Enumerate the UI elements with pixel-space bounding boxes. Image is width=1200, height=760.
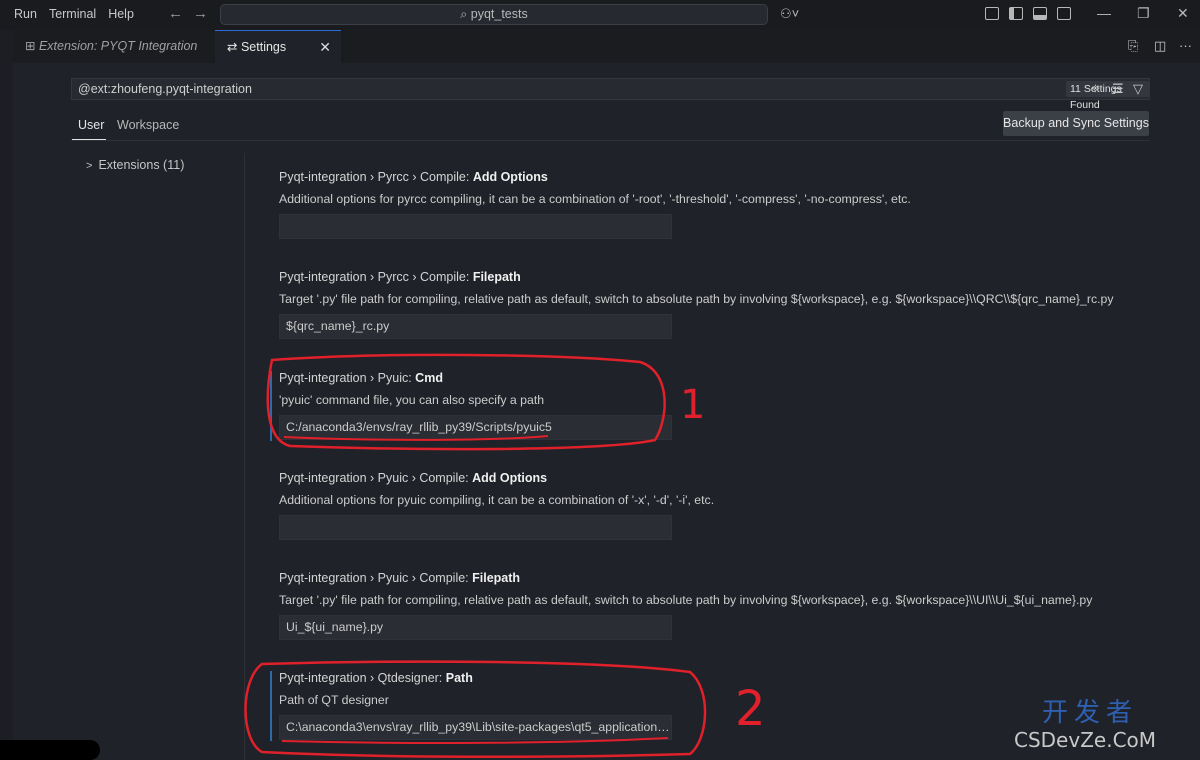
split-editor-icon[interactable]: ◫ [1154,38,1166,54]
chevron-right-icon: > [86,160,93,172]
toggle-secondary-sidebar-icon[interactable] [1057,7,1071,20]
tab-extension[interactable]: ⊞ Extension: PYQT Integration [13,30,215,63]
command-center-label: pyqt_tests [470,7,528,21]
editor-tabs: ⊞ Extension: PYQT Integration ⇄ Settings… [13,30,1200,63]
setting-description: Target '.py' file path for compiling, re… [279,593,1093,607]
setting-description: Target '.py' file path for compiling, re… [279,292,1114,306]
menu-help[interactable]: Help [102,7,140,21]
setting-input[interactable]: Ui_${ui_name}.py [279,615,672,640]
menu-terminal[interactable]: Terminal [43,7,102,21]
setting-input[interactable]: ${qrc_name}_rc.py [279,314,672,339]
setting-pyuic-cmd: Pyqt-integration › Pyuic: Cmd 'pyuic' co… [270,371,1159,441]
customize-layout-icon[interactable] [985,7,999,20]
open-settings-json-icon[interactable]: ⎘ [1128,38,1138,54]
menu-bar: Run Terminal Help [8,7,140,21]
setting-pyuic-filepath: Pyqt-integration › Pyuic › Compile: File… [279,571,1159,640]
setting-title: Pyqt-integration › Qtdesigner: Path [279,671,473,685]
tab-workspace[interactable]: Workspace [117,118,179,132]
search-value: @ext:zhoufeng.pyqt-integration [78,82,252,96]
setting-description: Path of QT designer [279,693,389,707]
clear-filter-icon[interactable]: ☰ [1112,81,1124,97]
minimize-icon[interactable]: — [1097,5,1111,21]
filter-icon[interactable]: ▽ [1133,81,1143,97]
setting-input[interactable]: C:\anaconda3\envs\ray_rllib_py39\Lib\sit… [279,715,672,740]
toggle-panel-icon[interactable] [1033,7,1047,20]
settings-search-input[interactable]: @ext:zhoufeng.pyqt-integration 11 Settin… [71,78,1150,111]
setting-title: Pyqt-integration › Pyuic › Compile: Add … [279,471,548,485]
setting-pyuic-add-options: Pyqt-integration › Pyuic › Compile: Add … [279,471,1159,540]
toc-item-extensions[interactable]: > Extensions (11) [86,158,184,172]
setting-title: Pyqt-integration › Pyrcc › Compile: Add … [279,170,548,184]
tab-extension-label: Extension: PYQT Integration [38,39,198,53]
watermark-cn: 开发者 [1042,698,1139,728]
copilot-icon[interactable]: ⚇˅ [780,6,799,22]
toc-separator [244,153,245,760]
setting-input[interactable]: C:/anaconda3/envs/ray_rllib_py39/Scripts… [279,415,672,440]
toc-label: Extensions (11) [98,158,185,172]
setting-description: 'pyuic' command file, you can also speci… [279,393,545,407]
divider [71,140,1150,141]
setting-description: Additional options for pyuic compiling, … [279,493,715,507]
sparkle-icon[interactable]: ✧ [1090,81,1101,97]
search-icon: ⌕ [460,7,468,21]
menu-run[interactable]: Run [8,7,43,21]
tab-settings[interactable]: ⇄ Settings ✕ [215,30,341,63]
settings-icon: ⇄ [227,40,238,54]
back-arrow-icon[interactable]: ← [168,5,183,22]
close-tab-icon[interactable]: ✕ [319,31,331,64]
extension-icon: ⊞ [25,39,36,53]
maximize-icon[interactable]: ❐ [1137,5,1150,22]
activity-bar [0,30,13,760]
command-center[interactable]: ⌕ pyqt_tests [220,4,768,25]
setting-title: Pyqt-integration › Pyuic: Cmd [279,371,443,385]
title-bar: Run Terminal Help ← → ⌕ pyqt_tests ⚇˅ — … [0,0,1200,30]
tab-settings-label: Settings [240,40,287,54]
setting-input[interactable] [279,214,672,239]
toggle-sidebar-icon[interactable] [1009,7,1023,20]
setting-title: Pyqt-integration › Pyrcc › Compile: File… [279,270,521,284]
setting-description: Additional options for pyrcc compiling, … [279,192,911,206]
more-actions-icon[interactable]: ··· [1179,38,1192,53]
redaction-blob [0,740,100,760]
setting-title: Pyqt-integration › Pyuic › Compile: File… [279,571,521,585]
close-window-icon[interactable]: ✕ [1177,5,1189,22]
backup-sync-button[interactable]: Backup and Sync Settings [1003,111,1149,136]
tab-user[interactable]: User [78,118,104,132]
watermark-text: CSDevZe.CoM [1014,728,1157,752]
setting-pyrcc-add-options: Pyqt-integration › Pyrcc › Compile: Add … [279,170,1159,239]
forward-arrow-icon[interactable]: → [193,5,208,22]
setting-pyrcc-filepath: Pyqt-integration › Pyrcc › Compile: File… [279,270,1159,339]
setting-input[interactable] [279,515,672,540]
